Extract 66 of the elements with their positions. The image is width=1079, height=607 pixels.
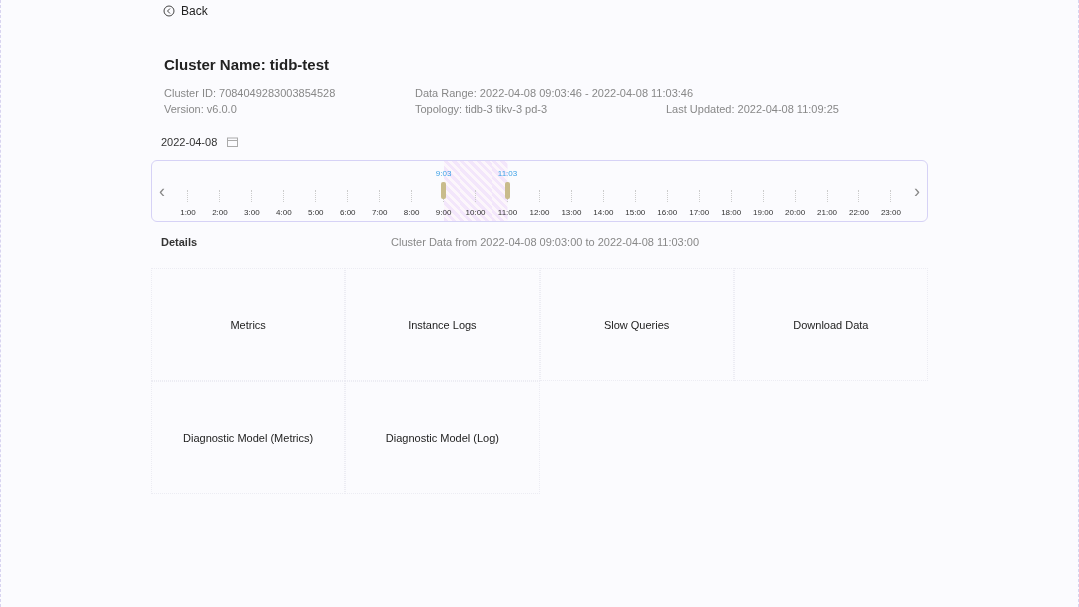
info-text: Cluster ID: 7084049283003854528 (164, 87, 336, 100)
timeline-hour[interactable]: 19:00 (747, 161, 780, 221)
timeline-hour[interactable]: 12:00 (523, 161, 556, 221)
hour-label: 9:00 (435, 208, 452, 218)
hour-label: 23:00 (880, 208, 901, 218)
start-time-label: 9:03 (435, 169, 452, 179)
timeline-hour[interactable]: 13:00 (555, 161, 588, 221)
details-label: Details (161, 236, 199, 248)
date-text: 2022-04-08 (161, 136, 218, 148)
hour-label: 8:00 (403, 208, 420, 218)
hour-label: 19:00 (753, 208, 774, 218)
hour-label: 6:00 (339, 208, 356, 218)
hour-label: 12:00 (529, 208, 550, 218)
cluster-title: Cluster Name: tidb-test (164, 56, 331, 73)
hour-label: 4:00 (276, 208, 292, 218)
feature-card[interactable]: Instance Logs (345, 268, 540, 381)
end-time-label: 11:03 (497, 169, 518, 179)
info-text: Topology: tidb-3 tikv-3 pd-3 (415, 103, 548, 116)
back-icon (163, 5, 175, 17)
feature-card[interactable]: Download Data (733, 268, 928, 381)
timeline-hour[interactable]: 18:00 (715, 161, 748, 221)
timeline-hour[interactable]: 17:00 (683, 161, 716, 221)
timeline-hour[interactable]: 23:00 (874, 161, 907, 221)
timeline-hour[interactable]: 1:00 (172, 161, 204, 221)
timeline-hour[interactable]: 4:00 (267, 161, 300, 221)
hour-label: 2:00 (212, 208, 228, 218)
timeline-hour[interactable]: 7:00 (363, 161, 396, 221)
calendar-icon[interactable] (227, 137, 239, 147)
timeline-hour[interactable]: 10:00 (459, 161, 492, 221)
hour-label: 5:00 (308, 208, 324, 218)
feature-card[interactable]: Diagnostic Model (Metrics) (151, 381, 346, 494)
timeline-hour[interactable]: 21:00 (811, 161, 843, 221)
info-text: Last Updated: 2022-04-08 11:09:25 (666, 103, 839, 116)
feature-card[interactable]: Diagnostic Model (Log) (345, 381, 540, 494)
cluster-data-summary: Cluster Data from 2022-04-08 09:03:00 to 2022-04-08 11:03:00 (391, 236, 699, 248)
timeline-hour[interactable]: 15:00 (619, 161, 652, 221)
timeline-hour[interactable]: 20:00 (779, 161, 812, 221)
info-text: Data Range: 2022-04-08 09:03:46 - 2022-04-08 11:03:46 (415, 87, 694, 100)
hour-label: 10:00 (465, 208, 486, 218)
range-handle[interactable] (440, 182, 446, 199)
hour-label: 3:00 (244, 208, 260, 218)
hour-label: 22:00 (848, 208, 869, 218)
hour-label: 1:00 (180, 208, 196, 218)
timeline-hour[interactable]: 14:00 (587, 161, 620, 221)
back-button[interactable]: Back (163, 4, 208, 18)
hour-label: 7:00 (371, 208, 388, 218)
timeline-hour[interactable]: 16:00 (651, 161, 684, 221)
timeline-hour[interactable]: 6:00 (331, 161, 364, 221)
hour-label: 14:00 (593, 208, 614, 218)
timeline-hour[interactable]: 22:00 (843, 161, 875, 221)
timeline-hour[interactable]: 5:00 (299, 161, 332, 221)
hour-label: 11:00 (497, 208, 518, 218)
timeline-hour[interactable]: 8:00 (395, 161, 428, 221)
hour-label: 21:00 (817, 208, 838, 218)
feature-card[interactable]: Metrics (151, 268, 346, 381)
range-handle[interactable] (504, 182, 510, 199)
hour-label: 18:00 (721, 208, 742, 218)
hour-label: 20:00 (785, 208, 806, 218)
hour-label: 15:00 (625, 208, 646, 218)
info-text: Version: v6.0.0 (164, 103, 237, 116)
hour-label: 16:00 (657, 208, 678, 218)
feature-card[interactable]: Slow Queries (539, 268, 734, 381)
hour-label: 13:00 (561, 208, 582, 218)
timeline-hour[interactable]: 2:00 (203, 161, 236, 221)
timeline-hour[interactable]: 3:00 (235, 161, 268, 221)
hour-label: 17:00 (689, 208, 710, 218)
